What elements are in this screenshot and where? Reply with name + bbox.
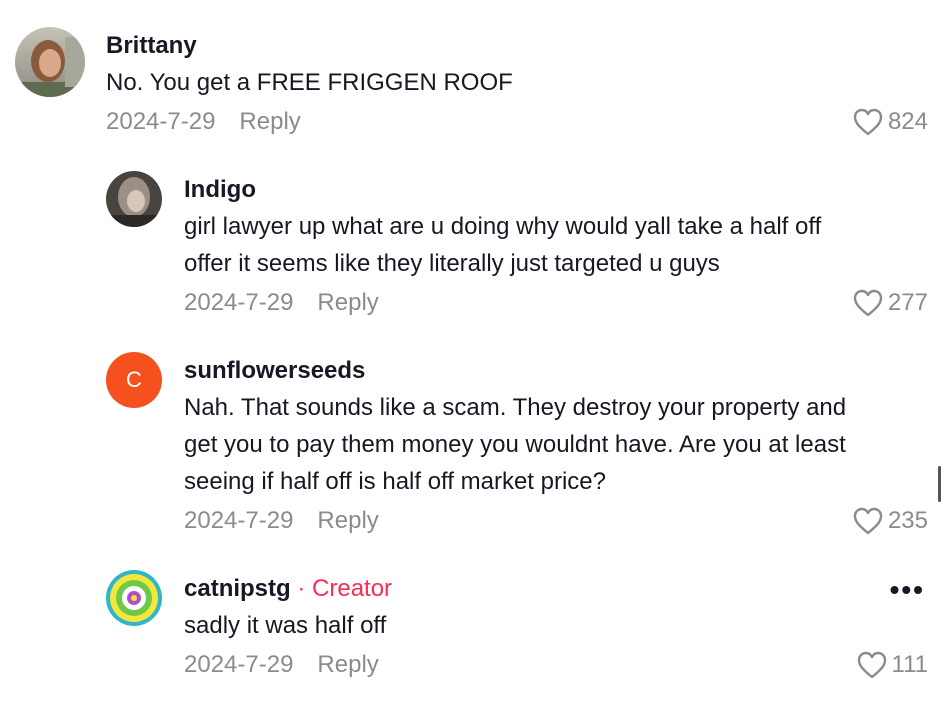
like-count: 277 bbox=[887, 289, 928, 316]
avatar[interactable]: C bbox=[106, 352, 162, 408]
creator-badge: · Creator bbox=[297, 575, 393, 602]
reply-button[interactable]: Reply bbox=[317, 651, 378, 678]
heart-icon bbox=[857, 651, 886, 679]
commenter-name[interactable]: sunflowerseeds bbox=[184, 356, 365, 386]
reply-button[interactable]: Reply bbox=[239, 108, 300, 135]
heart-icon bbox=[853, 108, 883, 136]
avatar[interactable] bbox=[15, 27, 85, 97]
comment-text: Nah. That sounds like a scam. They destr… bbox=[184, 394, 847, 495]
like-count: 824 bbox=[887, 108, 928, 135]
comment-text: No. You get a FREE FRIGGEN ROOF bbox=[106, 69, 513, 96]
avatar-initial: C bbox=[126, 367, 142, 392]
comment-date: 2024-7-29 bbox=[184, 651, 294, 678]
like-button[interactable]: 277 bbox=[852, 288, 928, 318]
like-count: 111 bbox=[891, 651, 928, 678]
like-count: 235 bbox=[887, 507, 928, 534]
avatar[interactable] bbox=[106, 570, 162, 626]
comment-meta: 2024-7-29 Reply bbox=[184, 288, 379, 318]
comment-date: 2024-7-29 bbox=[184, 507, 294, 534]
commenter-name: catnipstg · Creator bbox=[184, 574, 392, 604]
commenter-name[interactable]: Brittany bbox=[106, 31, 197, 61]
comment-text: girl lawyer up what are u doing why woul… bbox=[184, 213, 822, 277]
comment-text: sadly it was half off bbox=[184, 612, 387, 639]
comment-meta: 2024-7-29 Reply bbox=[184, 506, 379, 536]
comment-meta: 2024-7-29 Reply bbox=[184, 650, 379, 680]
reply-button[interactable]: Reply bbox=[317, 507, 378, 534]
like-button[interactable]: 111 bbox=[856, 650, 928, 680]
like-button[interactable]: 824 bbox=[852, 107, 928, 137]
commenter-name[interactable]: Indigo bbox=[184, 175, 256, 205]
comment-meta: 2024-7-29 Reply bbox=[106, 107, 301, 137]
like-button[interactable]: 235 bbox=[852, 506, 928, 536]
reply-button[interactable]: Reply bbox=[317, 289, 378, 316]
more-horizontal-icon[interactable]: ••• bbox=[890, 576, 925, 604]
commenter-username[interactable]: catnipstg bbox=[184, 575, 291, 602]
comment-date: 2024-7-29 bbox=[106, 108, 216, 135]
avatar[interactable] bbox=[106, 171, 162, 227]
heart-icon bbox=[853, 507, 883, 535]
heart-icon bbox=[853, 289, 883, 317]
comment-date: 2024-7-29 bbox=[184, 289, 294, 316]
